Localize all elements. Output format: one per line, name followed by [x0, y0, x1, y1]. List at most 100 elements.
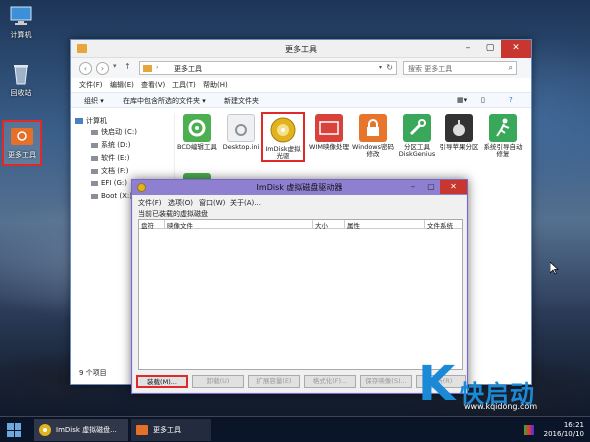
settings-file-icon [227, 114, 255, 142]
search-input[interactable]: 搜索 更多工具 ⌕ [403, 61, 517, 75]
column-filesystem[interactable]: 文件系统 [425, 220, 463, 230]
folder-icon [143, 65, 152, 72]
drive-icon [91, 129, 98, 135]
maximize-button[interactable]: ▢ [422, 180, 440, 194]
sidebar-item-drive-f[interactable]: 文档 (F:) [91, 166, 129, 176]
clock-date: 2016/10/10 [543, 430, 584, 438]
format-button[interactable]: 格式化(F)... [304, 375, 356, 388]
minimize-button[interactable]: – [457, 40, 479, 58]
sidebar-item-drive-c[interactable]: 快启动 (C:) [91, 127, 137, 137]
taskbar-item-more-tools[interactable]: 更多工具 [131, 419, 211, 441]
computer-icon [9, 5, 33, 27]
unmount-button[interactable]: 卸载(U) [192, 375, 244, 388]
up-arrow-icon[interactable]: ↑ [124, 62, 131, 71]
mount-button[interactable]: 装载(M)... [136, 375, 188, 388]
file-item-wim-tool[interactable]: WIM映像处理 [307, 114, 351, 151]
forward-arrow-icon[interactable]: › [96, 62, 109, 75]
new-folder-button[interactable]: 新建文件夹 [224, 96, 259, 106]
file-item-label: WIM映像处理 [309, 143, 349, 151]
menu-view[interactable]: 查看(V) [141, 80, 165, 90]
desktop-icon-recycle-bin[interactable]: 回收站 [1, 63, 41, 98]
table-header: 盘符 映像文件 大小 属性 文件系统 [139, 220, 463, 230]
clock[interactable]: 16:21 2016/10/10 [544, 421, 584, 439]
menu-about[interactable]: 关于(A)... [230, 198, 261, 208]
file-item-boot-repair[interactable]: 系统引导自动修复 [481, 114, 525, 158]
file-item-diskgenius[interactable]: 分区工具DiskGenius [395, 114, 439, 158]
explorer-titlebar[interactable]: 更多工具 – ▢ ✕ [71, 40, 531, 58]
disc-icon [38, 423, 52, 437]
file-item-imdisk[interactable]: ImDisk虚拟光驱 [261, 112, 305, 162]
back-arrow-icon[interactable]: ‹ [79, 62, 92, 75]
save-image-button[interactable]: 保存映像(S)... [360, 375, 412, 388]
column-drive-letter[interactable]: 盘符 [139, 220, 165, 230]
status-bar-text: 9 个项目 [79, 369, 107, 377]
clock-time: 16:21 [563, 421, 584, 429]
menu-tools[interactable]: 工具(T) [172, 80, 196, 90]
file-item-label: 分区工具DiskGenius [398, 143, 436, 158]
history-dropdown-icon[interactable]: ▾ [113, 62, 117, 70]
apple-icon [445, 114, 473, 142]
taskbar-item-imdisk[interactable]: ImDisk 虚拟磁盘... [34, 419, 128, 441]
sidebar-item-drive-g[interactable]: EFI (G:) [91, 179, 127, 187]
search-placeholder: 搜索 更多工具 [408, 65, 453, 73]
menu-help[interactable]: 帮助(H) [203, 80, 228, 90]
sidebar-item-drive-e[interactable]: 软件 (E:) [91, 153, 129, 163]
column-properties[interactable]: 属性 [345, 220, 425, 230]
file-item-label: 系统引导自动修复 [483, 143, 523, 158]
menu-options[interactable]: 选项(O) [168, 198, 193, 208]
folder-icon [135, 423, 149, 437]
column-image-file[interactable]: 映像文件 [165, 220, 313, 230]
drive-icon [91, 155, 98, 161]
mouse-cursor-icon [549, 261, 559, 277]
menu-file[interactable]: 文件(F) [79, 80, 103, 90]
chevron-down-icon[interactable]: ▾ [379, 64, 382, 71]
file-item-label: Windows密码修改 [351, 143, 394, 158]
folder-icon [10, 125, 34, 147]
close-button[interactable]: ✕ [440, 180, 467, 194]
desktop-icon-label: 计算机 [10, 31, 32, 39]
desktop-icon-label: 更多工具 [8, 151, 36, 159]
menu-edit[interactable]: 编辑(E) [110, 80, 134, 90]
include-in-library-button[interactable]: 在库中包含所选的文件夹 ▾ [123, 96, 206, 106]
breadcrumb-separator: › [156, 64, 159, 71]
recycle-bin-icon [9, 63, 33, 85]
desktop-icon-more-tools[interactable]: 更多工具 [2, 120, 42, 166]
mounted-disks-table[interactable]: 盘符 映像文件 大小 属性 文件系统 [138, 219, 463, 370]
file-item-label: Desktop.ini [222, 143, 260, 151]
network-icon[interactable] [524, 425, 534, 435]
desktop-icon-computer[interactable]: 计算机 [1, 5, 41, 40]
column-size[interactable]: 大小 [313, 220, 345, 230]
menu-file[interactable]: 文件(F) [138, 198, 162, 208]
imdisk-button-row: 装载(M)... 卸载(U) 扩展容量(E) 格式化(F)... 保存映像(S)… [136, 375, 466, 388]
organize-button[interactable]: 组织 ▾ [84, 96, 104, 106]
watermark-logo: K [418, 356, 456, 412]
sidebar-item-drive-x[interactable]: Boot (X:) [91, 192, 132, 200]
file-item-password-tool[interactable]: Windows密码修改 [351, 114, 395, 158]
sidebar-item-drive-d[interactable]: 系统 (D:) [91, 140, 130, 150]
lock-icon [359, 114, 387, 142]
view-options-icon[interactable]: ▦▾ [457, 96, 467, 104]
drive-icon [91, 180, 98, 186]
close-button[interactable]: ✕ [501, 40, 531, 58]
imdisk-titlebar[interactable]: ImDisk 虚拟磁盘驱动器 – ▢ ✕ [132, 180, 467, 195]
minimize-button[interactable]: – [404, 180, 422, 194]
address-bar[interactable]: › 更多工具 ▾ ↻ [139, 61, 397, 75]
start-button[interactable] [7, 423, 21, 437]
refresh-icon[interactable]: ↻ [386, 63, 393, 72]
sidebar-item-computer[interactable]: 计算机 [75, 116, 107, 126]
navigation-bar: ‹ › ▾ ↑ › 更多工具 ▾ ↻ 搜索 更多工具 ⌕ [71, 58, 531, 78]
extend-size-button[interactable]: 扩展容量(E) [248, 375, 300, 388]
file-item-bcd-editor[interactable]: BCD编辑工具 [175, 114, 219, 151]
file-item-apple-boot[interactable]: 引导苹果分区 [437, 114, 481, 151]
file-item-label: BCD编辑工具 [177, 143, 217, 151]
search-icon[interactable]: ⌕ [509, 63, 513, 73]
file-item-desktop-ini[interactable]: Desktop.ini [219, 114, 263, 151]
wrench-icon [403, 114, 431, 142]
maximize-button[interactable]: ▢ [479, 40, 501, 58]
preview-pane-icon[interactable]: ▯ [481, 96, 485, 104]
wim-icon [315, 114, 343, 142]
help-icon[interactable]: ? [509, 96, 513, 104]
mounted-disks-label: 当前已装载的虚拟磁盘 [138, 210, 208, 218]
menu-window[interactable]: 窗口(W) [199, 198, 225, 208]
file-item-label: ImDisk虚拟光驱 [265, 145, 301, 160]
